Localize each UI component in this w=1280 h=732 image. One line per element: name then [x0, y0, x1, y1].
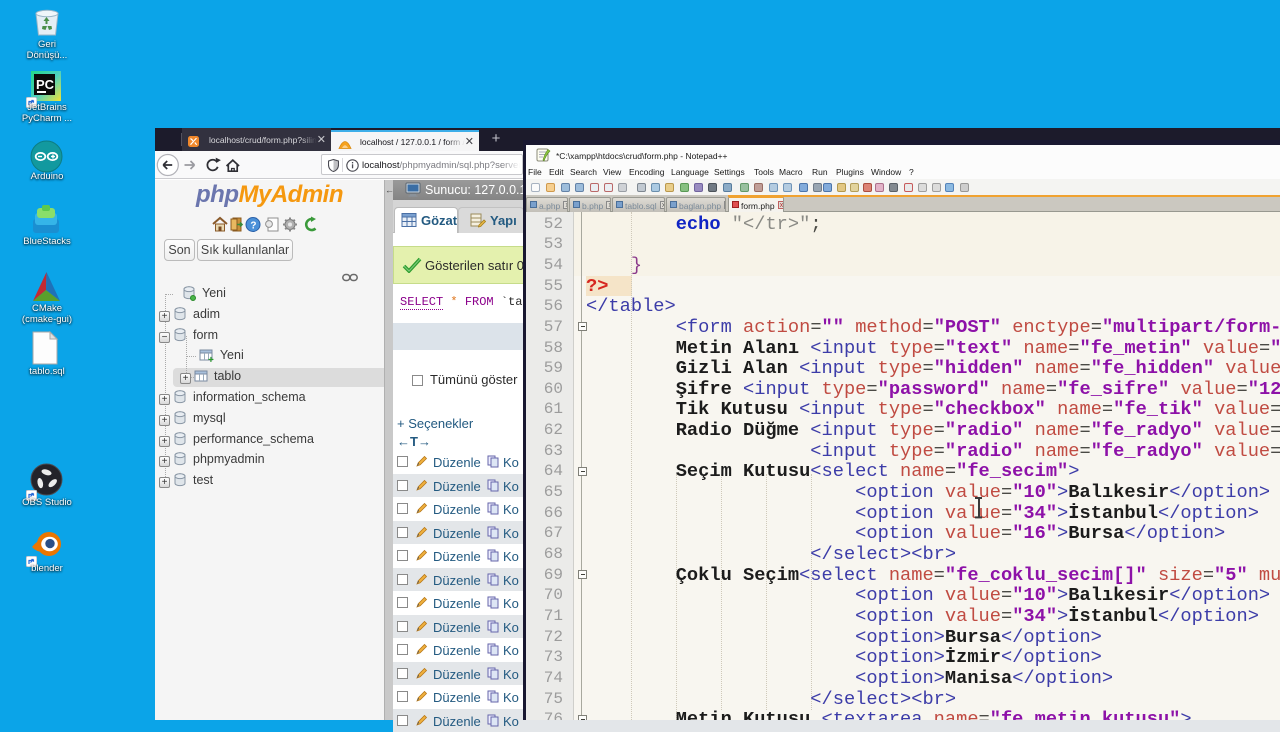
svg-text:PC: PC: [36, 77, 55, 92]
svg-text:?: ?: [250, 220, 256, 231]
